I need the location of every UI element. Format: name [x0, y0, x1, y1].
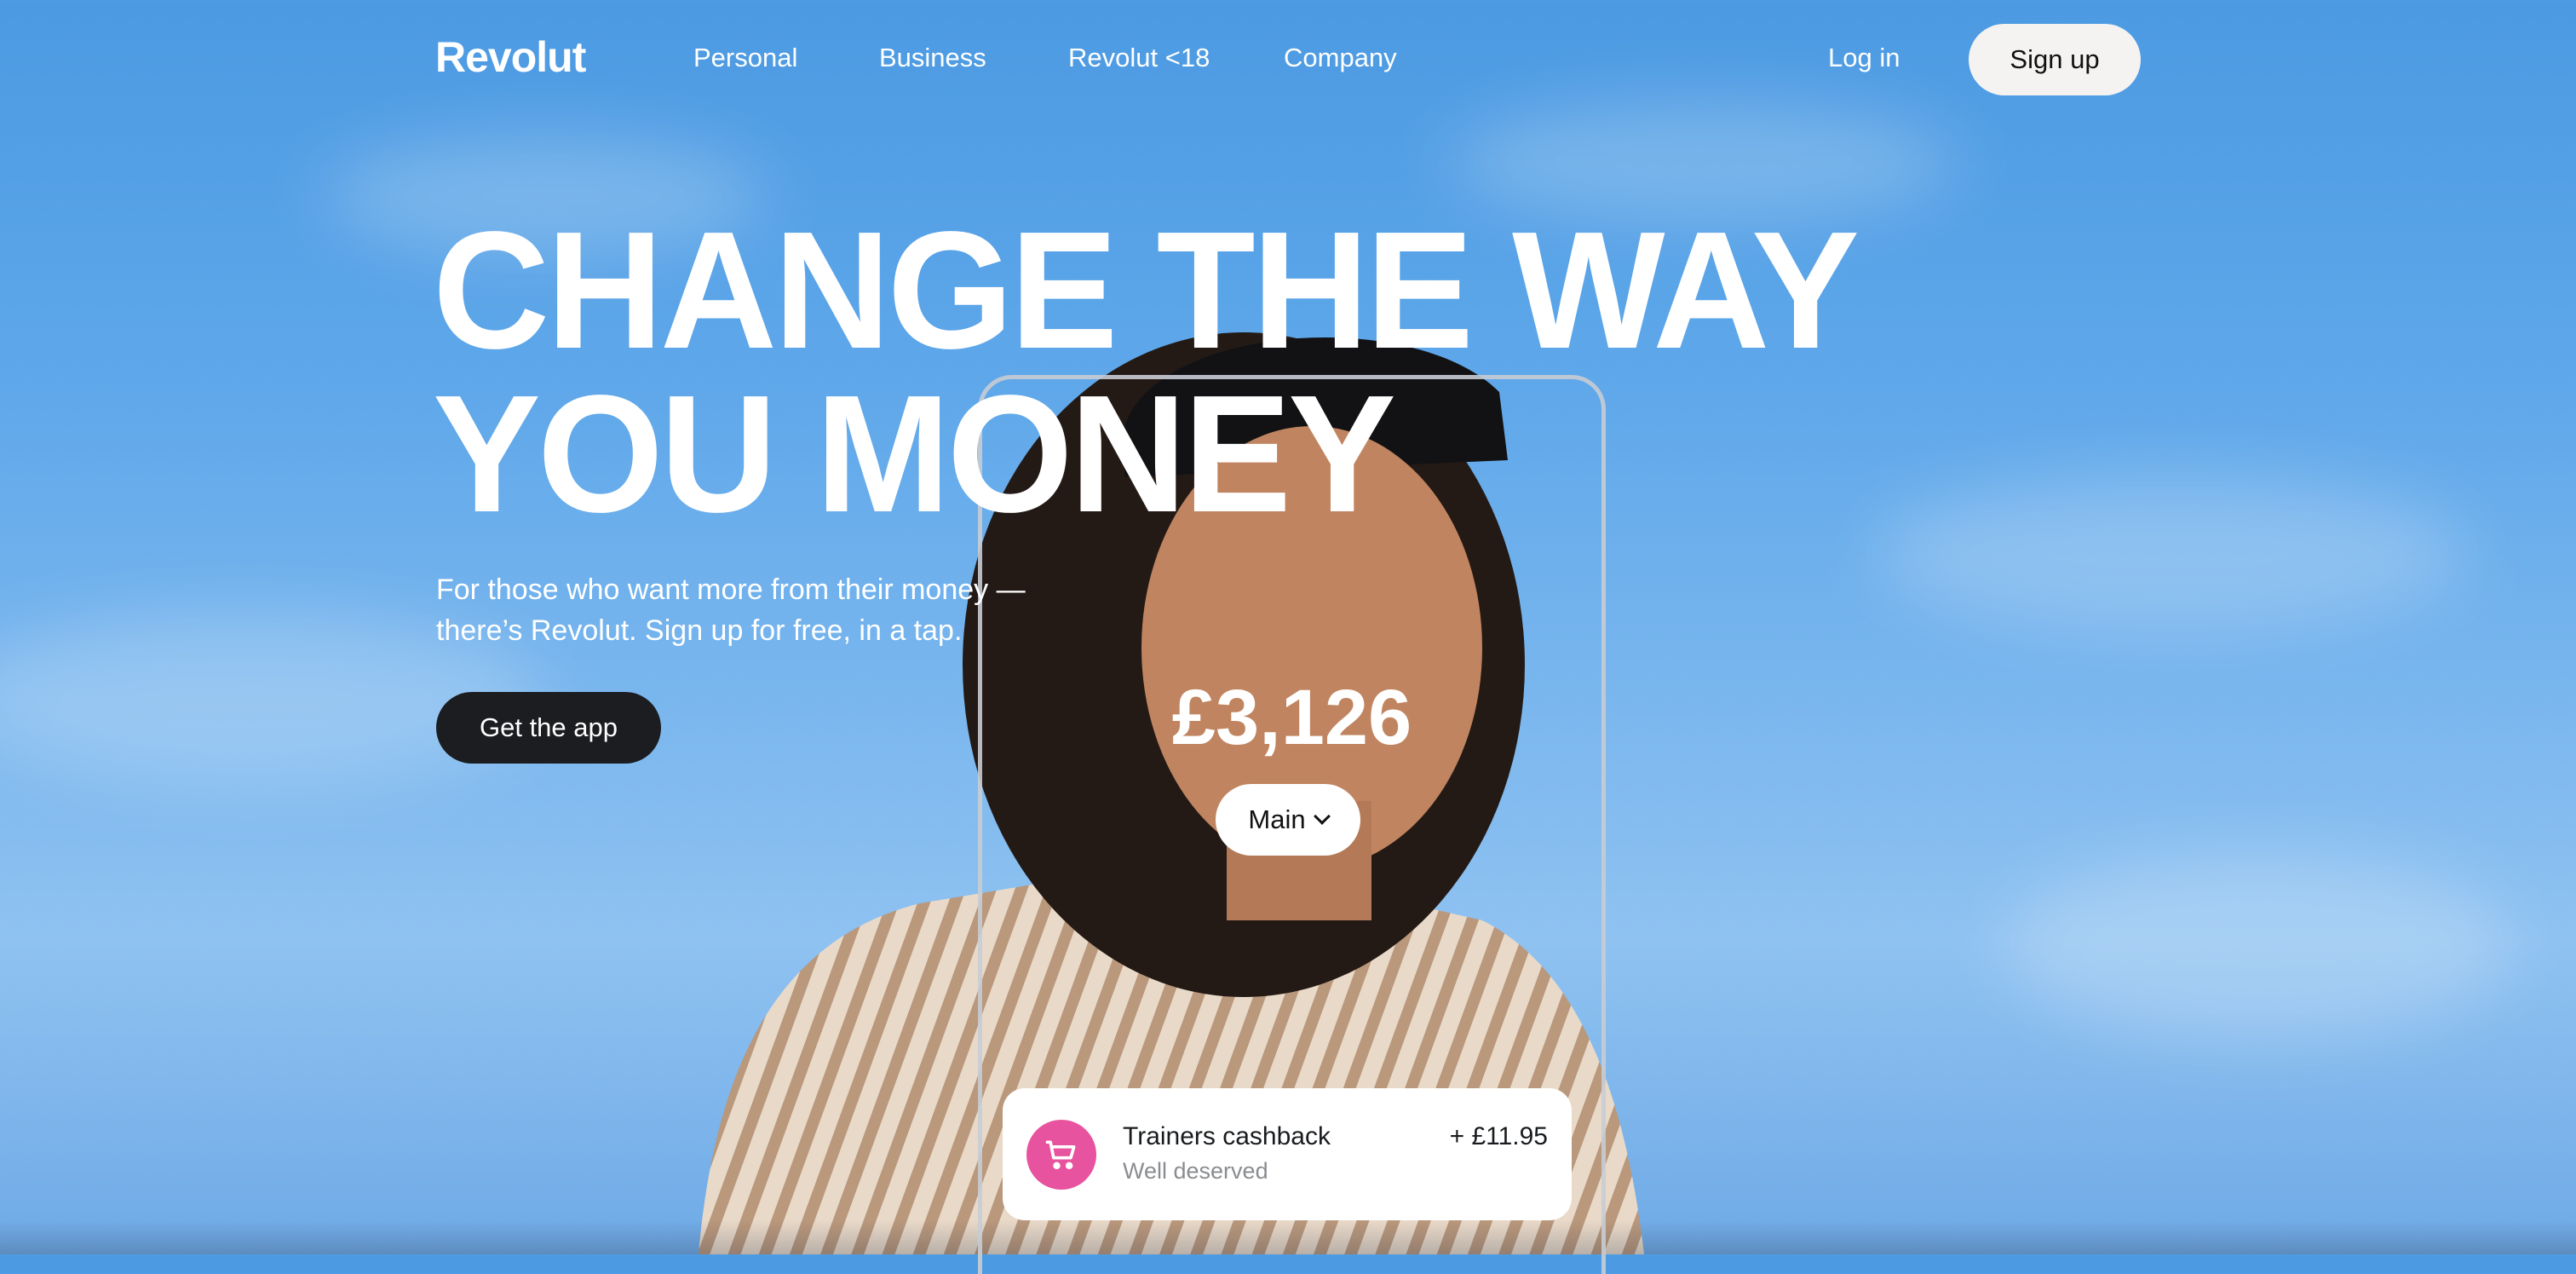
background-cloud	[1874, 477, 2470, 631]
shopping-cart-icon	[1026, 1120, 1096, 1190]
hero-headline: CHANGE THE WAY YOU MONEY	[433, 197, 1860, 547]
subtitle-line-2: there’s Revolut. Sign up for free, in a …	[436, 614, 963, 647]
nav-link-personal[interactable]: Personal	[693, 43, 797, 73]
chevron-down-icon	[1313, 808, 1331, 825]
account-selector[interactable]: Main	[1216, 784, 1360, 856]
subtitle-line-1: For those who want more from their money…	[436, 574, 1026, 606]
signup-button[interactable]: Sign up	[1969, 24, 2141, 95]
transaction-amount: + £11.95	[1449, 1122, 1548, 1150]
nav-link-revolut-under-18[interactable]: Revolut <18	[1068, 43, 1210, 73]
account-selector-label: Main	[1248, 804, 1306, 834]
transaction-subtitle: Well deserved	[1123, 1158, 1268, 1184]
hero-subtitle: For those who want more from their money…	[436, 569, 1118, 651]
background-cloud	[2002, 852, 2513, 1040]
headline-line-2: YOU MONEY	[433, 360, 1396, 547]
login-link[interactable]: Log in	[1828, 43, 1900, 73]
nav-link-company[interactable]: Company	[1284, 43, 1397, 73]
nav-link-business[interactable]: Business	[879, 43, 986, 73]
get-the-app-button[interactable]: Get the app	[436, 692, 661, 764]
top-navigation: Revolut Personal Business Revolut <18 Co…	[0, 0, 2576, 119]
transaction-title: Trainers cashback	[1123, 1122, 1331, 1150]
revolut-logo[interactable]: Revolut	[435, 32, 586, 82]
account-balance: £3,126	[1171, 674, 1412, 761]
headline-line-1: CHANGE THE WAY	[433, 197, 1860, 383]
transaction-card[interactable]: Trainers cashback Well deserved + £11.95	[1003, 1088, 1572, 1220]
